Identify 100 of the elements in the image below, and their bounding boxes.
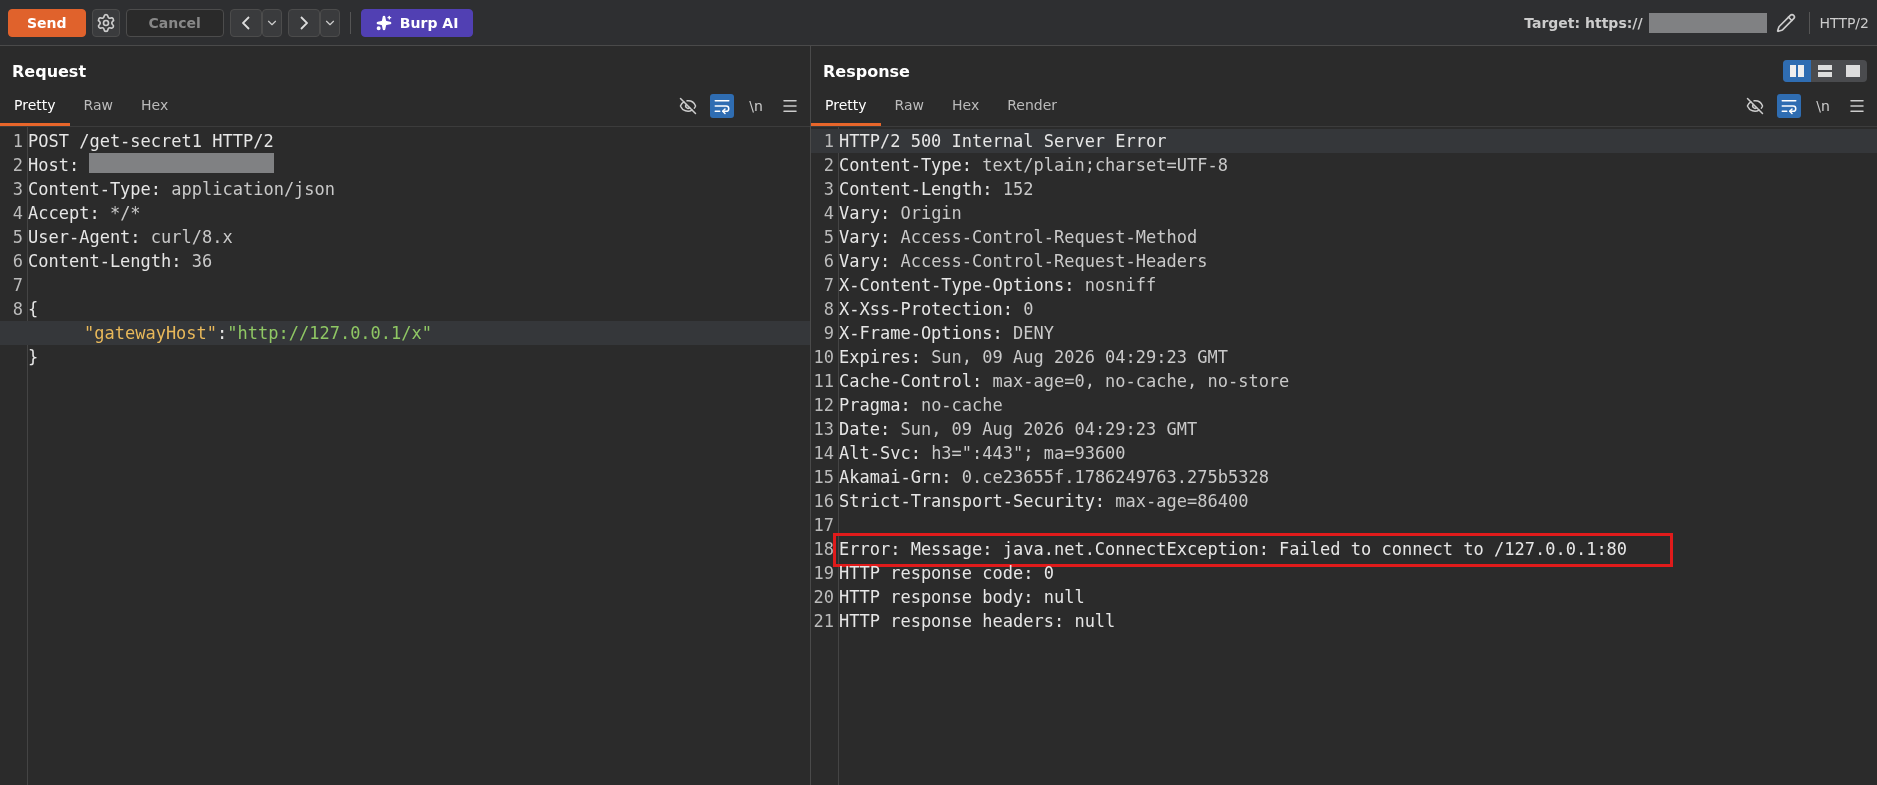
header-value: text/plain;charset=UTF-8 <box>982 154 1228 177</box>
line-number: 4 <box>11 202 24 225</box>
view-tab[interactable]: Pretty <box>811 86 881 126</box>
header-value: h3=":443"; ma=93600 <box>931 442 1126 465</box>
header-value: DENY <box>1013 322 1054 345</box>
line-number: 17 <box>812 514 835 537</box>
header-value: curl/8.x <box>150 226 233 249</box>
line-number: 6 <box>11 250 24 273</box>
header-value: */* <box>109 202 141 225</box>
json-colon: : <box>217 322 228 345</box>
header-value: Access-Control-Request-Headers <box>900 250 1208 273</box>
header-value: Sun, 09 Aug 2026 04:29:23 GMT <box>931 346 1228 369</box>
line-number: 2 <box>822 154 835 177</box>
header-name: Alt-Svc: <box>839 442 922 465</box>
header-name: Vary: <box>839 226 892 249</box>
newline-button[interactable]: \n <box>744 94 768 118</box>
header-value: nosniff <box>1084 274 1157 297</box>
forward-button[interactable] <box>287 8 320 37</box>
header-value: 0 <box>1023 298 1034 321</box>
view-tab[interactable]: Hex <box>938 86 994 126</box>
json-key: "gatewayHost" <box>84 321 218 345</box>
dropdown-button[interactable] <box>261 8 282 37</box>
line-number: 11 <box>812 370 835 393</box>
wrap-icon[interactable] <box>710 94 734 118</box>
header-value: max-age=0, no-cache, no-store <box>992 370 1290 393</box>
header-value: 152 <box>1002 178 1034 201</box>
line-number: 14 <box>812 442 835 465</box>
header-name: X-Xss-Protection: <box>839 298 1014 321</box>
header-name: Vary: <box>839 250 892 273</box>
line-number: 1 <box>11 130 24 153</box>
header-name: Expires: <box>839 346 922 369</box>
chevron-right-icon <box>299 15 308 30</box>
view-tab[interactable]: Hex <box>127 86 183 126</box>
dropdown-button[interactable] <box>319 8 340 37</box>
header-name: X-Content-Type-Options: <box>839 274 1076 297</box>
send-button[interactable]: Send <box>8 8 86 37</box>
view-tab[interactable]: Render <box>993 86 1071 126</box>
line-number: 20 <box>812 586 835 609</box>
line-number: 9 <box>822 322 835 345</box>
chevron-left-icon <box>241 15 250 30</box>
header-name: Content-Type: <box>28 178 163 201</box>
line-number: 18 <box>812 538 835 561</box>
code-line: HTTP response headers: null <box>839 610 1116 633</box>
line-number: 1 <box>822 130 835 153</box>
view-tab[interactable]: Raw <box>880 86 938 126</box>
settings-icon <box>95 12 116 33</box>
header-value: 0.ce23655f.1786249763.275b5328 <box>961 466 1269 489</box>
json-value: "http://127.0.0.1/x" <box>227 322 432 345</box>
line-number: 7 <box>822 274 835 297</box>
line-number: 21 <box>812 610 835 633</box>
header-name: Pragma: <box>839 394 912 417</box>
newline-button[interactable]: \n <box>1811 94 1835 118</box>
sparkles-icon <box>375 14 392 31</box>
header-name: Cache-Control: <box>839 370 984 393</box>
code-line: POST /get-secret1 HTTP/2 <box>28 130 274 153</box>
split-horizontal-icon <box>1818 65 1832 77</box>
header-name: Akamai-Grn: <box>839 466 953 489</box>
line-number: 13 <box>812 418 835 441</box>
settings-button[interactable] <box>91 8 120 37</box>
line-number: 15 <box>812 466 835 489</box>
panel-title: Request <box>12 61 87 81</box>
header-value: no-cache <box>920 394 1003 417</box>
code-line: HTTP response body: null <box>839 586 1085 609</box>
line-number: 12 <box>812 394 835 417</box>
header-name: Content-Length: <box>28 250 183 273</box>
line-number: 8 <box>822 298 835 321</box>
burp-ai-button[interactable]: Burp AI <box>360 8 474 37</box>
header-name: Accept: <box>28 202 101 225</box>
header-value: Access-Control-Request-Method <box>900 226 1198 249</box>
code-line: HTTP response code: 0 <box>839 562 1054 585</box>
line-number: 6 <box>822 250 835 273</box>
line-number: 2 <box>11 154 24 177</box>
view-tab[interactable]: Raw <box>69 86 127 126</box>
line-number: 19 <box>812 562 835 585</box>
line-number: 10 <box>812 346 835 369</box>
view-tab[interactable]: Pretty <box>0 86 70 126</box>
code-line: HTTP/2 500 Internal Server Error <box>839 130 1167 153</box>
line-number: 7 <box>11 274 24 297</box>
line-number: 5 <box>822 226 835 249</box>
back-button[interactable] <box>229 8 262 37</box>
header-name: Host: <box>28 154 81 177</box>
header-value: max-age=86400 <box>1115 490 1249 513</box>
code-line: { <box>28 298 39 321</box>
header-name: Strict-Transport-Security: <box>839 490 1107 513</box>
header-name: Vary: <box>839 202 892 225</box>
split-vertical-icon <box>1790 65 1804 77</box>
panel-title: Response <box>823 61 910 81</box>
header-value: application/json <box>171 178 336 201</box>
layout-button[interactable] <box>1783 60 1811 82</box>
header-value: 36 <box>191 250 213 273</box>
wrap-icon[interactable] <box>1777 94 1801 118</box>
code-line: } <box>28 346 39 369</box>
line-number: 3 <box>822 178 835 201</box>
header-name: Content-Length: <box>839 178 994 201</box>
single-view-icon <box>1846 65 1860 77</box>
header-value: Origin <box>900 202 962 225</box>
protocol-label[interactable]: HTTP/2 <box>1819 14 1869 31</box>
target-label: Target: https:// <box>1524 14 1643 31</box>
line-number: 8 <box>11 298 24 321</box>
header-value: Sun, 09 Aug 2026 04:29:23 GMT <box>900 418 1198 441</box>
